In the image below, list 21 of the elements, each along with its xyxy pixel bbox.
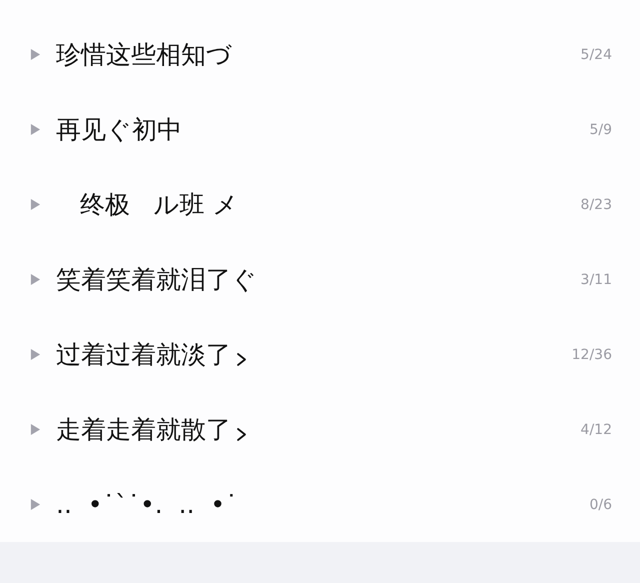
group-name: 终极 ル班 メ (78, 189, 239, 221)
group-count: 8/23 (580, 196, 612, 212)
group-row[interactable]: 走着走着就散了 4/12 (0, 392, 640, 467)
group-count: 12/36 (572, 346, 612, 362)
group-row[interactable]: 再见ぐ初中 5/9 (0, 92, 640, 167)
group-name: 再见ぐ初中 (56, 114, 182, 146)
group-count: 5/9 (589, 122, 612, 138)
group-count: 5/24 (580, 46, 612, 62)
group-count: 3/11 (580, 272, 612, 288)
group-row[interactable]: 终极 ル班 メ 8/23 (0, 167, 640, 242)
group-name: 珍惜这些相知づ (56, 39, 232, 71)
group-name: 走着走着就散了 (56, 414, 231, 446)
group-count: 4/12 (580, 422, 612, 438)
group-row[interactable]: 笑着笑着就泪了ぐ 3/11 (0, 242, 640, 317)
group-row[interactable]: 过着过着就淡了 12/36 (0, 317, 640, 392)
group-row[interactable]: 珍惜这些相知づ 5/24 (0, 17, 640, 92)
group-name: .. •˙ˋ˙•. .. •˙ (56, 490, 238, 519)
group-name: 过着过着就淡了 (56, 339, 231, 371)
group-name: 笑着笑着就泪了ぐ (56, 264, 257, 296)
group-row[interactable]: .. •˙ˋ˙•. .. •˙ 0/6 (0, 467, 640, 542)
group-count: 0/6 (589, 496, 612, 512)
